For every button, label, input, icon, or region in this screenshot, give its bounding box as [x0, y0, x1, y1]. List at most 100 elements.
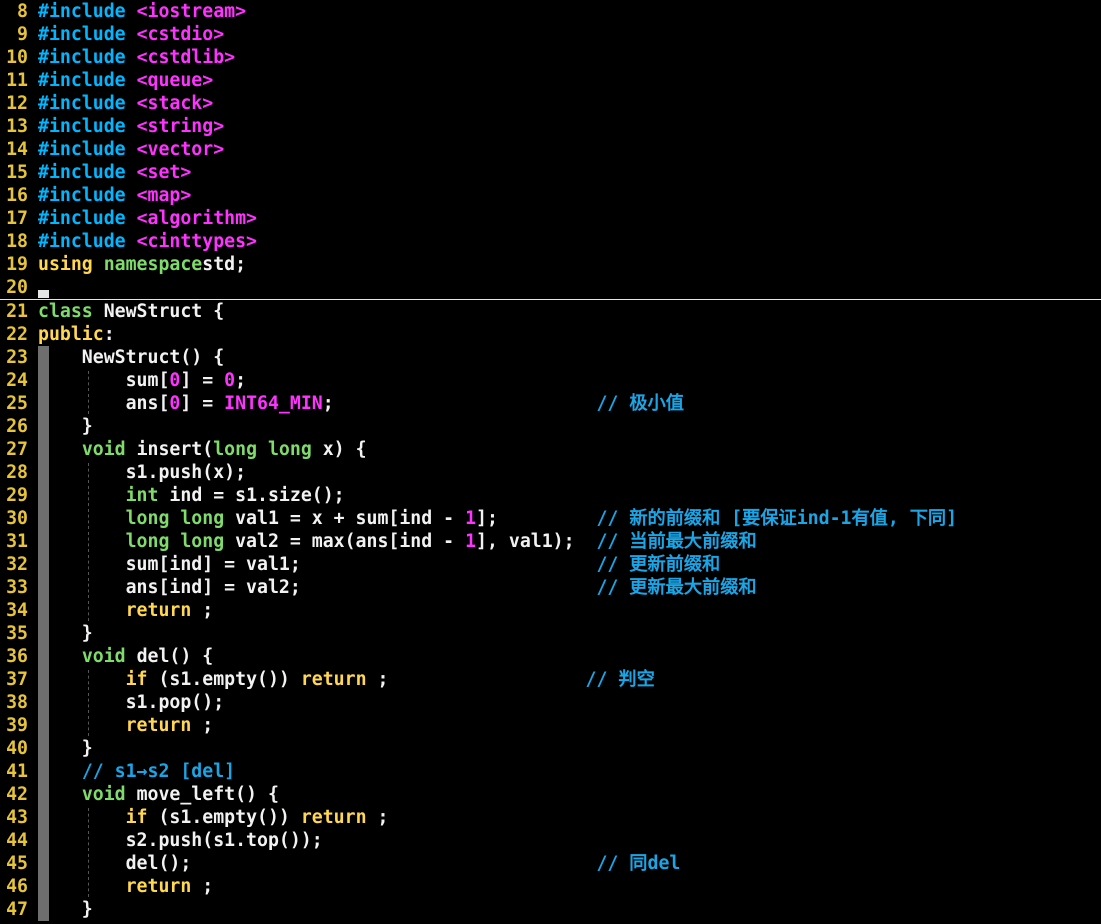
- code-line[interactable]: 35 }: [0, 622, 1101, 645]
- code-token: <vector>: [136, 139, 225, 160]
- code-line[interactable]: 33 ans[ind] = val2; // 更新最大前缀和: [0, 576, 1101, 599]
- code-line[interactable]: 12 #include <stack>: [0, 92, 1101, 115]
- fold-indicator[interactable]: [38, 875, 49, 898]
- code-token: long long: [125, 508, 236, 529]
- code-token: return: [125, 876, 203, 897]
- code-line[interactable]: 30 long long val1 = x + sum[ind - 1]; //…: [0, 507, 1101, 530]
- fold-indicator[interactable]: [38, 668, 49, 691]
- code-text: del(); // 同del: [38, 852, 681, 875]
- fold-indicator[interactable]: [38, 898, 49, 921]
- indent-guide: [88, 831, 89, 851]
- code-line[interactable]: 18 #include <cinttypes>: [0, 230, 1101, 253]
- code-line[interactable]: 15 #include <set>: [0, 161, 1101, 184]
- code-token: // 同del: [596, 853, 681, 874]
- code-line[interactable]: 27 void insert(long long x) {: [0, 438, 1101, 461]
- code-line[interactable]: 29 int ind = s1.size();: [0, 484, 1101, 507]
- fold-indicator[interactable]: [38, 369, 49, 392]
- code-line[interactable]: 43 if (s1.empty()) return ;: [0, 806, 1101, 829]
- fold-indicator[interactable]: [38, 829, 49, 852]
- code-text: #include <cstdlib>: [38, 46, 235, 69]
- code-text: #include <iostream>: [38, 0, 246, 23]
- code-text: #include <cinttypes>: [38, 230, 257, 253]
- code-line[interactable]: 46 return ;: [0, 875, 1101, 898]
- code-token: // 当前最大前缀和: [596, 531, 757, 552]
- fold-indicator[interactable]: [38, 530, 49, 553]
- code-token: #include: [38, 185, 137, 206]
- code-line[interactable]: 42 void move_left() {: [0, 783, 1101, 806]
- code-line[interactable]: 20: [0, 276, 1101, 300]
- code-text: s1.push(x);: [38, 461, 246, 484]
- code-line[interactable]: 34 return ;: [0, 599, 1101, 622]
- fold-indicator[interactable]: [38, 645, 49, 668]
- indent-guide: [88, 670, 89, 690]
- indent-guide: [88, 877, 89, 897]
- fold-indicator[interactable]: [38, 461, 49, 484]
- code-line[interactable]: 19 using namespacestd;: [0, 253, 1101, 276]
- fold-indicator[interactable]: [38, 346, 49, 369]
- code-token: ] =: [180, 393, 225, 414]
- code-line[interactable]: 39 return ;: [0, 714, 1101, 737]
- code-token: ;: [377, 669, 586, 690]
- code-token: val2 = max(ans[ind -: [235, 531, 466, 552]
- code-token: <string>: [136, 116, 225, 137]
- code-line[interactable]: 9 #include <cstdio>: [0, 23, 1101, 46]
- code-line[interactable]: 31 long long val2 = max(ans[ind - 1], va…: [0, 530, 1101, 553]
- line-number: 27: [6, 439, 28, 460]
- code-line[interactable]: 47 }: [0, 898, 1101, 921]
- fold-indicator[interactable]: [38, 484, 49, 507]
- code-line[interactable]: 14 #include <vector>: [0, 138, 1101, 161]
- code-line[interactable]: 24 sum[0] = 0;: [0, 369, 1101, 392]
- code-line[interactable]: 37 if (s1.empty()) return ; // 判空: [0, 668, 1101, 691]
- code-token: void: [81, 784, 137, 805]
- code-line[interactable]: 17 #include <algorithm>: [0, 207, 1101, 230]
- code-line[interactable]: 45 del(); // 同del: [0, 852, 1101, 875]
- line-number: 13: [6, 116, 28, 137]
- fold-indicator[interactable]: [38, 737, 49, 760]
- fold-indicator[interactable]: [38, 599, 49, 622]
- code-line[interactable]: 11 #include <queue>: [0, 69, 1101, 92]
- fold-indicator[interactable]: [38, 852, 49, 875]
- code-token: namespace: [103, 254, 203, 275]
- code-line[interactable]: 13 #include <string>: [0, 115, 1101, 138]
- fold-indicator[interactable]: [38, 507, 49, 530]
- fold-indicator[interactable]: [38, 714, 49, 737]
- code-line[interactable]: 44 s2.push(s1.top());: [0, 829, 1101, 852]
- code-token: ;: [202, 715, 214, 736]
- code-line[interactable]: 26 }: [0, 415, 1101, 438]
- code-token: int: [125, 485, 170, 506]
- fold-indicator[interactable]: [38, 553, 49, 576]
- code-text: NewStruct() {: [38, 346, 224, 369]
- code-line[interactable]: 23 NewStruct() {: [0, 346, 1101, 369]
- code-line[interactable]: 36 void del() {: [0, 645, 1101, 668]
- fold-indicator[interactable]: [38, 438, 49, 461]
- fold-indicator[interactable]: [38, 783, 49, 806]
- code-token: val1 = x + sum[ind -: [235, 508, 466, 529]
- line-number: 38: [6, 692, 28, 713]
- code-line[interactable]: 32 sum[ind] = val1; // 更新前缀和: [0, 553, 1101, 576]
- fold-indicator[interactable]: [38, 576, 49, 599]
- fold-indicator[interactable]: [38, 691, 49, 714]
- code-line[interactable]: 22 public:: [0, 323, 1101, 346]
- fold-indicator[interactable]: [38, 760, 49, 783]
- code-token: 0: [169, 393, 181, 414]
- code-line[interactable]: 28 s1.push(x);: [0, 461, 1101, 484]
- fold-indicator[interactable]: [38, 415, 49, 438]
- fold-indicator[interactable]: [38, 392, 49, 415]
- code-line[interactable]: 8 #include <iostream>: [0, 0, 1101, 23]
- code-token: public: [38, 324, 104, 345]
- code-line[interactable]: 41 // s1→s2 [del]: [0, 760, 1101, 783]
- fold-indicator[interactable]: [38, 622, 49, 645]
- code-token: // 极小值: [596, 393, 684, 414]
- code-line[interactable]: 38 s1.pop();: [0, 691, 1101, 714]
- line-number: 28: [6, 462, 28, 483]
- code-line[interactable]: 16 #include <map>: [0, 184, 1101, 207]
- code-token: #include: [38, 116, 137, 137]
- indent-guide: [88, 509, 89, 529]
- fold-indicator[interactable]: [38, 806, 49, 829]
- code-line[interactable]: 10 #include <cstdlib>: [0, 46, 1101, 69]
- code-line[interactable]: 25 ans[0] = INT64_MIN; // 极小值: [0, 392, 1101, 415]
- code-line[interactable]: 40 }: [0, 737, 1101, 760]
- code-editor[interactable]: 8 #include <iostream> 9 #include <cstdio> 10…: [0, 0, 1101, 924]
- code-line[interactable]: 21 class NewStruct {: [0, 300, 1101, 323]
